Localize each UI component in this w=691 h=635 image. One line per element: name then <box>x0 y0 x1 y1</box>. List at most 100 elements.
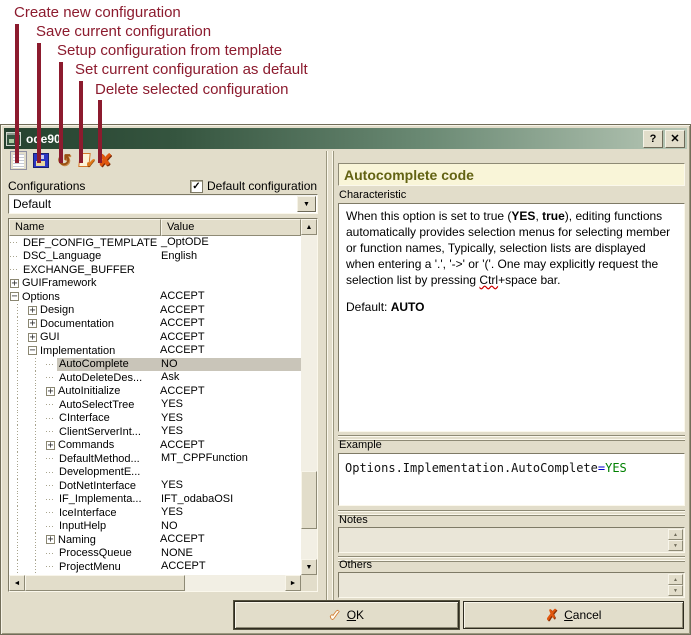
tree-indent-guide <box>9 344 27 358</box>
section-splitter[interactable] <box>338 510 685 516</box>
tree-row[interactable]: ProjectMenuACCEPT <box>9 560 301 574</box>
expand-icon[interactable]: + <box>46 387 55 396</box>
collapse-icon[interactable]: − <box>10 292 19 301</box>
mini-scroll-down-button[interactable]: ▼ <box>668 585 683 596</box>
tree-item-value: YES <box>161 412 183 426</box>
tree-row[interactable]: AutoCompleteNO <box>9 358 301 372</box>
tree-indent-guide <box>27 520 45 534</box>
tree-row-body: AutoSelectTreeYES <box>57 398 301 412</box>
help-button[interactable]: ? <box>643 130 663 148</box>
example-value: YES <box>605 461 627 475</box>
tree-row[interactable]: EXCHANGE_BUFFER <box>9 263 301 277</box>
tree-row-body: DevelopmentE... <box>57 466 301 480</box>
tree-indent-guide <box>27 533 45 547</box>
tree-indent-guide <box>9 533 27 547</box>
mini-scroll-up-button[interactable]: ▲ <box>668 574 683 585</box>
scroll-left-button[interactable]: ◄ <box>9 575 25 591</box>
tree-item-name: Implementation <box>38 345 115 357</box>
tree-row[interactable]: +NamingACCEPT <box>9 533 301 547</box>
close-button[interactable]: ✕ <box>665 130 685 148</box>
configuration-tree[interactable]: Name Value DEF_CONFIG_TEMPLATE_OptODEDSC… <box>8 218 318 592</box>
column-header-value[interactable]: Value <box>161 219 301 236</box>
tree-row[interactable]: DSC_LanguageEnglish <box>9 250 301 264</box>
others-box[interactable]: ▲▼ <box>338 572 685 598</box>
notes-box[interactable]: ▲▼ <box>338 527 685 553</box>
tree-row[interactable]: +AutoInitializeACCEPT <box>9 385 301 399</box>
tree-row[interactable]: CInterfaceYES <box>9 412 301 426</box>
tree-header: Name Value <box>9 219 301 236</box>
tree-indent-guide <box>9 439 27 453</box>
expand-icon[interactable]: + <box>46 441 55 450</box>
tree-row-body: CInterfaceYES <box>57 412 301 426</box>
tree-row[interactable]: +DesignACCEPT <box>9 304 301 318</box>
tree-row[interactable]: −OptionsACCEPT <box>9 290 301 304</box>
tree-item-name: DefaultMethod... <box>57 453 140 465</box>
ok-button[interactable]: ✓OK <box>234 601 459 629</box>
scroll-up-button[interactable]: ▲ <box>301 219 317 235</box>
horizontal-scrollbar[interactable]: ◄ ► <box>9 575 301 591</box>
tree-indent-guide <box>27 371 45 385</box>
tree-row[interactable]: ProcessQueueNONE <box>9 547 301 561</box>
tree-item-name: ClientServerInt... <box>57 426 141 438</box>
tree-row[interactable]: +Commands ACCEPT <box>9 439 301 453</box>
section-splitter[interactable] <box>338 556 685 562</box>
tree-row-body: AutoInitializeACCEPT <box>56 385 301 399</box>
tree-row[interactable]: +DocumentationACCEPT <box>9 317 301 331</box>
tree-indent-guide <box>27 493 45 507</box>
pane-splitter[interactable] <box>326 151 334 617</box>
tree-indent-guide <box>9 506 27 520</box>
horizontal-scroll-thumb[interactable] <box>25 575 185 591</box>
expand-icon[interactable]: + <box>28 319 37 328</box>
scroll-down-button[interactable]: ▼ <box>301 559 317 575</box>
column-header-name[interactable]: Name <box>9 219 161 236</box>
title-bar[interactable]: ode90 ? ✕ <box>4 128 687 149</box>
tree-row-body: DefaultMethod...MT_CPPFunction <box>57 452 301 466</box>
tree-item-name: DSC_Language <box>21 250 101 262</box>
tree-row-body: AutoDeleteDes...Ask <box>57 371 301 385</box>
tree-row[interactable]: AutoSelectTreeYES <box>9 398 301 412</box>
expand-icon[interactable]: + <box>28 306 37 315</box>
tree-item-value: YES <box>161 425 183 439</box>
tree-indent-guide <box>9 493 27 507</box>
tree-leaf-stub <box>45 479 57 493</box>
section-splitter[interactable] <box>338 435 685 441</box>
tree-row[interactable]: DefaultMethod...MT_CPPFunction <box>9 452 301 466</box>
tree-indent-guide <box>27 385 45 399</box>
tree-row-body: GUIACCEPT <box>38 331 301 345</box>
tree-row[interactable]: IF_Implementa...IFT_odabaOSI <box>9 493 301 507</box>
save-icon <box>33 153 49 168</box>
scroll-right-button[interactable]: ► <box>285 575 301 591</box>
annotation-arrow-line <box>15 24 19 163</box>
tree-row[interactable]: DotNetInterfaceYES <box>9 479 301 493</box>
vertical-scrollbar[interactable]: ▲ ▼ <box>301 219 317 575</box>
tree-row-body: ClientServerInt... YES <box>57 425 301 439</box>
vertical-scroll-thumb[interactable] <box>301 471 317 529</box>
tree-row[interactable]: IceInterfaceYES <box>9 506 301 520</box>
expand-icon[interactable]: + <box>28 333 37 342</box>
tree-row[interactable]: +GUIACCEPT <box>9 331 301 345</box>
expand-icon[interactable]: + <box>10 279 19 288</box>
tree-row[interactable]: +GUIFramework <box>9 277 301 291</box>
tree-row[interactable]: DEF_CONFIG_TEMPLATE_OptODE <box>9 236 301 250</box>
tree-leaf-stub <box>9 263 21 277</box>
tree-item-value: ACCEPT <box>160 439 205 453</box>
tree-row-body: DotNetInterfaceYES <box>57 479 301 493</box>
setup-configuration-from-template-button[interactable]: ↺ <box>54 150 74 170</box>
tree-row[interactable]: AutoDeleteDes...Ask <box>9 371 301 385</box>
tree-row[interactable]: DevelopmentE... <box>9 466 301 480</box>
tree-row[interactable]: −ImplementationACCEPT <box>9 344 301 358</box>
mini-scroll-down-button[interactable]: ▼ <box>668 540 683 551</box>
cancel-button[interactable]: ✗Cancel <box>463 601 684 629</box>
characteristic-segment: +space bar. <box>498 273 560 287</box>
collapse-icon[interactable]: − <box>28 346 37 355</box>
default-configuration-checkbox[interactable]: ✓ <box>190 180 203 193</box>
tree-indent-guide <box>27 358 45 372</box>
expand-icon[interactable]: + <box>46 535 55 544</box>
tree-item-name: Commands <box>56 439 114 451</box>
tree-row[interactable]: InputHelpNO <box>9 520 301 534</box>
save-current-configuration-button[interactable] <box>31 150 51 170</box>
tree-row[interactable]: ClientServerInt... YES <box>9 425 301 439</box>
combobox-dropdown-button[interactable]: ▼ <box>297 196 316 212</box>
configuration-combobox[interactable]: Default ▼ <box>8 194 318 214</box>
mini-scroll-up-button[interactable]: ▲ <box>668 529 683 540</box>
